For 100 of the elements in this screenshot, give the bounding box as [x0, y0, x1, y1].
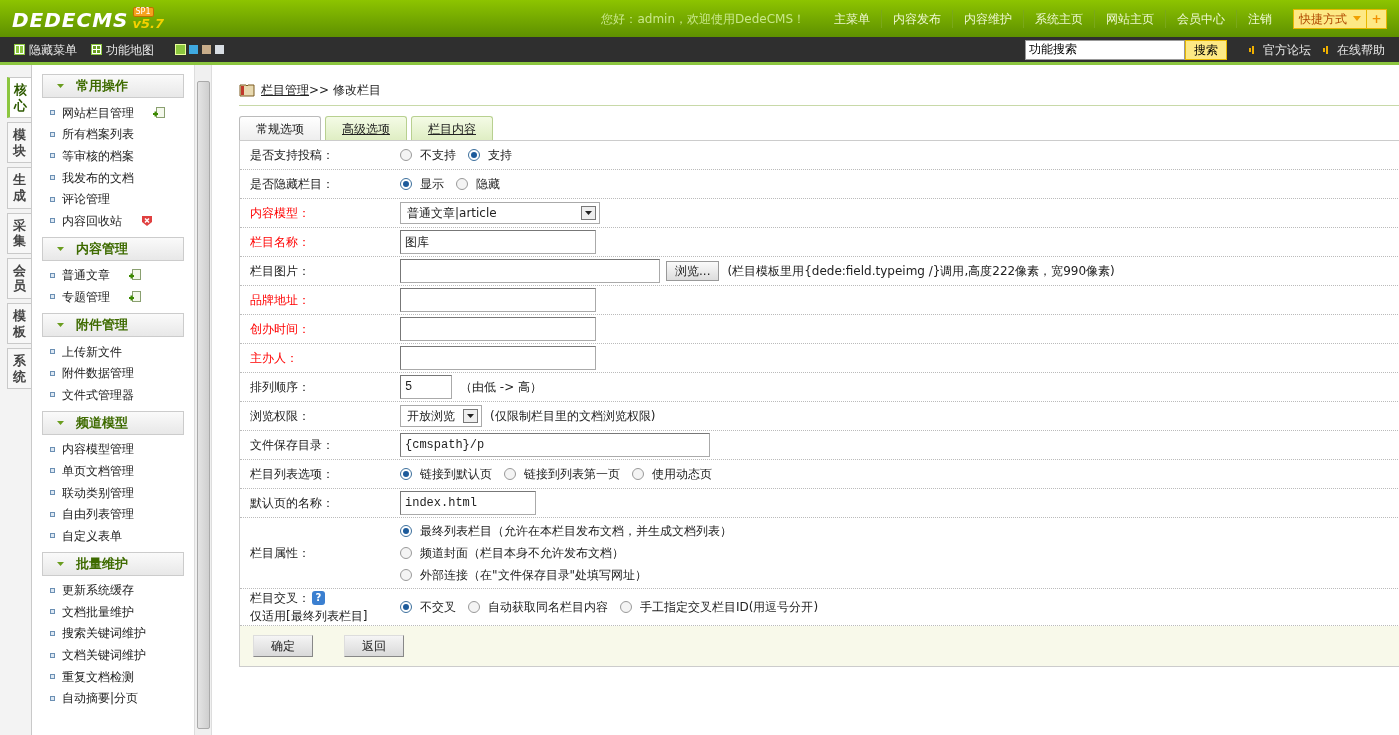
- form-button[interactable]: 确定: [253, 635, 313, 657]
- input-field[interactable]: [400, 288, 596, 312]
- menu-link[interactable]: 附件数据管理: [62, 364, 134, 383]
- menu-link[interactable]: 搜索关键词维护: [62, 624, 146, 643]
- radio-button[interactable]: [400, 547, 412, 559]
- quick-menu-button[interactable]: 快捷方式: [1293, 8, 1367, 29]
- caret-icon: [581, 206, 596, 220]
- menu-link[interactable]: 单页文档管理: [62, 461, 134, 480]
- radio-button[interactable]: [468, 601, 480, 613]
- radio-button[interactable]: [400, 178, 412, 190]
- form-button[interactable]: 返回: [344, 635, 404, 657]
- field-label: 是否支持投稿：: [250, 147, 334, 164]
- breadcrumb-link[interactable]: 栏目管理: [261, 81, 309, 99]
- breadcrumb-current: >> 修改栏目: [309, 82, 381, 99]
- side-tab[interactable]: 系统: [7, 348, 31, 390]
- browse-button[interactable]: 浏览...: [666, 261, 720, 281]
- tab[interactable]: 高级选项: [325, 116, 407, 140]
- side-tab[interactable]: 采集: [7, 212, 31, 254]
- bullet-icon: [50, 131, 55, 137]
- radio-label: 隐藏: [476, 176, 500, 193]
- select-dropdown[interactable]: 普通文章|article: [400, 202, 600, 224]
- menu-link[interactable]: 重复文档检测: [62, 667, 134, 686]
- radio-label: 外部连接（在"文件保存目录"处填写网址）: [420, 567, 648, 584]
- section-header[interactable]: 批量维护: [42, 551, 184, 576]
- toolbar-link[interactable]: 在线帮助: [1323, 40, 1385, 59]
- input-field[interactable]: 5: [400, 375, 452, 399]
- radio-button[interactable]: [468, 149, 480, 161]
- input-field[interactable]: [400, 259, 660, 283]
- search-button[interactable]: 搜索: [1185, 39, 1227, 60]
- field-label: 栏目名称：: [250, 234, 310, 251]
- add-page-icon[interactable]: [153, 106, 165, 119]
- menu-link[interactable]: 自动摘要|分页: [62, 689, 139, 708]
- input-field[interactable]: [400, 346, 596, 370]
- side-tab[interactable]: 会员: [7, 257, 31, 299]
- menu-link[interactable]: 普通文章: [62, 266, 110, 285]
- menu-link[interactable]: 文档批量维护: [62, 602, 134, 621]
- bullet-icon: [50, 446, 55, 452]
- radio-button[interactable]: [400, 569, 412, 581]
- menu-link[interactable]: 内容回收站: [62, 211, 122, 230]
- add-page-icon[interactable]: [129, 269, 141, 282]
- radio-button[interactable]: [400, 525, 412, 537]
- skin-swatch[interactable]: [189, 45, 198, 54]
- menu-link[interactable]: 自定义表单: [62, 526, 122, 545]
- delete-icon[interactable]: [141, 214, 153, 227]
- scrollbar[interactable]: [195, 65, 212, 735]
- radio-button[interactable]: [620, 601, 632, 613]
- menu-link[interactable]: 等审核的档案: [62, 147, 134, 165]
- logo: DEDECMS: [12, 10, 129, 30]
- menu-link[interactable]: 文档关键词维护: [62, 646, 146, 665]
- side-tab[interactable]: 生成: [7, 167, 31, 209]
- menu-link[interactable]: 我发布的文档: [62, 168, 134, 187]
- hide-menu-link[interactable]: 隐藏菜单: [14, 40, 77, 59]
- help-icon[interactable]: ?: [312, 591, 325, 605]
- skin-swatch[interactable]: [202, 45, 211, 54]
- radio-button[interactable]: [632, 468, 644, 480]
- menu-link[interactable]: 内容模型管理: [62, 440, 134, 459]
- hint-text: （由低 -> 高）: [460, 379, 542, 396]
- section-header[interactable]: 常用操作: [42, 74, 184, 98]
- radio-button[interactable]: [400, 149, 412, 161]
- menu-link[interactable]: 文件式管理器: [62, 385, 134, 404]
- input-field[interactable]: index.html: [400, 491, 536, 515]
- menu-link[interactable]: 评论管理: [62, 190, 110, 209]
- skin-swatch[interactable]: [215, 45, 224, 54]
- toolbar-link[interactable]: 官方论坛: [1249, 40, 1311, 59]
- grid-icon: [91, 44, 102, 55]
- input-field[interactable]: 图库: [400, 230, 596, 254]
- radio-button[interactable]: [400, 601, 412, 613]
- field-label: 栏目列表选项：: [250, 466, 334, 483]
- radio-button[interactable]: [456, 178, 468, 190]
- radio-label: 不交叉: [420, 599, 456, 616]
- search-field[interactable]: 功能搜索: [1025, 39, 1185, 60]
- radio-label: 手工指定交叉栏目ID(用逗号分开): [640, 599, 819, 616]
- side-tab[interactable]: 模板: [7, 302, 31, 345]
- input-field[interactable]: [400, 317, 596, 341]
- side-tab[interactable]: 模块: [7, 122, 31, 164]
- section-header[interactable]: 频道模型: [42, 410, 184, 435]
- radio-button[interactable]: [504, 468, 516, 480]
- add-page-icon[interactable]: [129, 290, 141, 303]
- bullet-icon: [50, 652, 55, 658]
- menu-link[interactable]: 网站栏目管理: [62, 103, 134, 122]
- select-dropdown[interactable]: 开放浏览: [400, 405, 482, 427]
- menu-link[interactable]: 联动类别管理: [62, 483, 134, 502]
- menu-link[interactable]: 所有档案列表: [62, 125, 134, 144]
- menu-link[interactable]: 更新系统缓存: [62, 581, 134, 600]
- menu-link[interactable]: 专题管理: [62, 287, 110, 306]
- site-map-link[interactable]: 功能地图: [91, 40, 154, 59]
- field-label: 品牌地址：: [250, 292, 310, 309]
- tab[interactable]: 栏目内容: [411, 116, 493, 140]
- menu-link[interactable]: 上传新文件: [62, 342, 122, 361]
- section-header[interactable]: 内容管理: [42, 236, 184, 261]
- skin-swatch[interactable]: [176, 45, 185, 54]
- version-badge: SP1: [132, 7, 154, 17]
- tab[interactable]: 常规选项: [239, 116, 321, 140]
- section-title: 附件管理: [76, 316, 128, 334]
- radio-button[interactable]: [400, 468, 412, 480]
- section-header[interactable]: 附件管理: [42, 312, 184, 337]
- menu-link[interactable]: 自由列表管理: [62, 505, 134, 524]
- bullet-icon: [50, 175, 55, 181]
- input-field[interactable]: {cmspath}/p: [400, 433, 710, 457]
- side-tab[interactable]: 核心: [7, 77, 31, 119]
